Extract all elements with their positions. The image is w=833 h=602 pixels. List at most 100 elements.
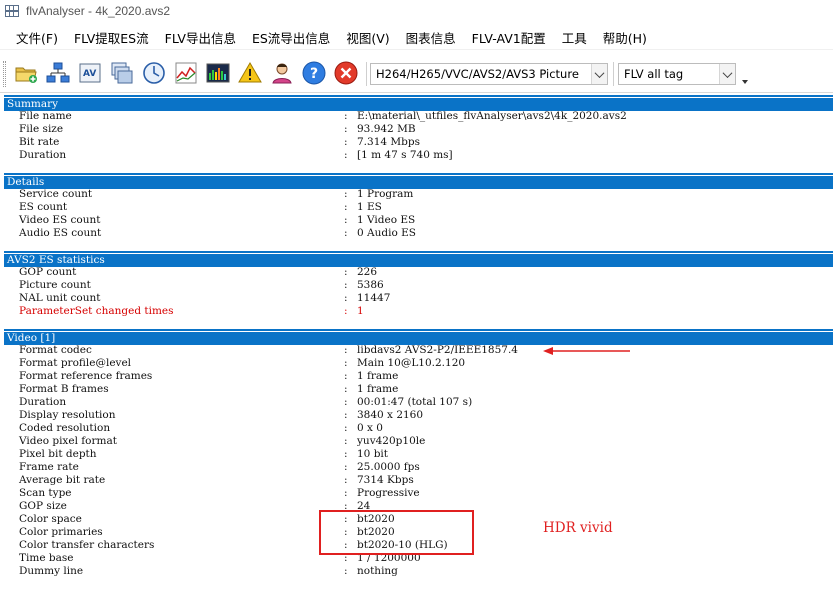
table-row[interactable]: ES count:1 ES: [4, 201, 833, 214]
table-row[interactable]: File name: E:\material\_utfiles_flvAnalys…: [4, 110, 833, 123]
warning-button[interactable]: [236, 59, 264, 87]
toolbar-overflow-icon[interactable]: [742, 80, 748, 84]
menu-chart-info[interactable]: 图表信息: [398, 26, 464, 49]
line-chart-icon: [175, 62, 197, 84]
row-value: 25.0000 fps: [357, 461, 420, 473]
table-row[interactable]: Average bit rate:7314 Kbps: [4, 474, 833, 487]
table-row[interactable]: NAL unit count:11447: [4, 292, 833, 305]
table-row[interactable]: Audio ES count:0 Audio ES: [4, 227, 833, 240]
row-value: 0 x 0: [357, 422, 383, 434]
network-button[interactable]: [44, 59, 72, 87]
table-row[interactable]: Format reference frames:1 frame: [4, 370, 833, 383]
open-folder-button[interactable]: [12, 59, 40, 87]
row-separator: :: [344, 292, 348, 304]
row-value: 7314 Kbps: [357, 474, 414, 486]
row-value: Progressive: [357, 487, 420, 499]
menu-tools[interactable]: 工具: [554, 26, 595, 49]
table-row[interactable]: ParameterSet changed times:1: [4, 305, 833, 318]
row-value: [1 m 47 s 740 ms]: [357, 149, 453, 161]
table-row[interactable]: Format codec: libdavs2 AVS2-P2/IEEE1857.4: [4, 344, 833, 357]
close-icon: [334, 61, 358, 85]
table-row[interactable]: Picture count:5386: [4, 279, 833, 292]
title-bar: flvAnalyser - 4k_2020.avs2: [0, 0, 833, 24]
row-key: Audio ES count: [19, 227, 102, 239]
row-key: Duration: [19, 149, 67, 161]
spectrum-button[interactable]: [204, 59, 232, 87]
windows-button[interactable]: [108, 59, 136, 87]
row-separator: :: [344, 370, 348, 382]
row-separator: :: [344, 344, 348, 356]
table-row[interactable]: Format B frames:1 frame: [4, 383, 833, 396]
codec-select[interactable]: H264/H265/VVC/AVS2/AVS3 Picture: [370, 63, 608, 85]
row-separator: :: [344, 149, 348, 161]
row-separator: :: [344, 201, 348, 213]
row-separator: :: [344, 110, 348, 122]
chevron-down-icon[interactable]: [719, 64, 735, 84]
menu-es-export-info[interactable]: ES流导出信息: [244, 26, 338, 49]
av-text-button[interactable]: AV: [76, 59, 104, 87]
menu-flv-av1-config[interactable]: FLV-AV1配置: [464, 26, 554, 49]
svg-text:AV: AV: [83, 69, 96, 79]
row-key: Color transfer characters: [19, 539, 155, 551]
row-key: GOP count: [19, 266, 77, 278]
row-key: Scan type: [19, 487, 72, 499]
table-row[interactable]: Scan type: Progressive: [4, 487, 833, 500]
row-key: Dummy line: [19, 565, 84, 577]
warning-icon: [238, 62, 262, 83]
spectrum-icon: [206, 63, 230, 83]
row-key: File size: [19, 123, 64, 135]
open-folder-icon: [15, 67, 37, 83]
tag-select[interactable]: FLV all tag: [618, 63, 736, 85]
row-key: Bit rate: [19, 136, 60, 148]
menu-flv-extract-es[interactable]: FLV提取ES流: [66, 26, 157, 49]
menu-help[interactable]: 帮助(H): [595, 26, 655, 49]
annotation-highlight-box: [319, 510, 474, 555]
row-separator: :: [344, 487, 348, 499]
row-key: Duration: [19, 396, 67, 408]
user-button[interactable]: [268, 59, 296, 87]
close-button[interactable]: [332, 59, 360, 87]
row-key: ES count: [19, 201, 68, 213]
table-row[interactable]: Display resolution:3840 x 2160: [4, 409, 833, 422]
toolbar-separator: [366, 62, 367, 86]
row-key: Format reference frames: [19, 370, 153, 382]
table-row[interactable]: Video ES count:1 Video ES: [4, 214, 833, 227]
toolbar-grip[interactable]: [3, 61, 6, 87]
windows-icon: [111, 62, 133, 84]
table-row[interactable]: GOP count:226: [4, 266, 833, 279]
row-value: 1 Video ES: [357, 214, 416, 226]
row-separator: :: [344, 214, 348, 226]
menu-file[interactable]: 文件(F): [8, 26, 66, 49]
help-button[interactable]: ?: [300, 59, 328, 87]
table-row[interactable]: Format profile@level: Main 10@L10.2.120: [4, 357, 833, 370]
row-key: Format B frames: [19, 383, 109, 395]
menu-flv-export-info[interactable]: FLV导出信息: [157, 26, 244, 49]
table-row[interactable]: Duration: [1 m 47 s 740 ms]: [4, 149, 833, 162]
table-row[interactable]: Bit rate:7.314 Mbps: [4, 136, 833, 149]
clock-icon: [143, 62, 165, 84]
row-value: 93.942 MB: [357, 123, 416, 135]
row-key: File name: [19, 110, 72, 122]
table-row[interactable]: Video pixel format: yuv420p10le: [4, 435, 833, 448]
chevron-down-icon[interactable]: [591, 64, 607, 84]
row-separator: :: [344, 409, 348, 421]
clock-button[interactable]: [140, 59, 168, 87]
row-key: Display resolution: [19, 409, 116, 421]
row-key: Color primaries: [19, 526, 103, 538]
row-separator: :: [344, 422, 348, 434]
table-row[interactable]: Service count:1 Program: [4, 188, 833, 201]
table-row[interactable]: Duration:00:01:47 (total 107 s): [4, 396, 833, 409]
annotation-note: HDR vivid: [543, 520, 613, 536]
row-value: nothing: [357, 565, 398, 577]
table-row[interactable]: Coded resolution:0 x 0: [4, 422, 833, 435]
row-key: Coded resolution: [19, 422, 111, 434]
table-row[interactable]: Pixel bit depth:10 bit: [4, 448, 833, 461]
table-row[interactable]: File size:93.942 MB: [4, 123, 833, 136]
av-text-icon: AV: [79, 63, 101, 83]
row-value: 00:01:47 (total 107 s): [357, 396, 473, 408]
row-key: Average bit rate: [19, 474, 106, 486]
table-row[interactable]: Frame rate:25.0000 fps: [4, 461, 833, 474]
line-chart-button[interactable]: [172, 59, 200, 87]
menu-view[interactable]: 视图(V): [338, 26, 397, 49]
table-row[interactable]: Dummy line: nothing: [4, 565, 833, 578]
